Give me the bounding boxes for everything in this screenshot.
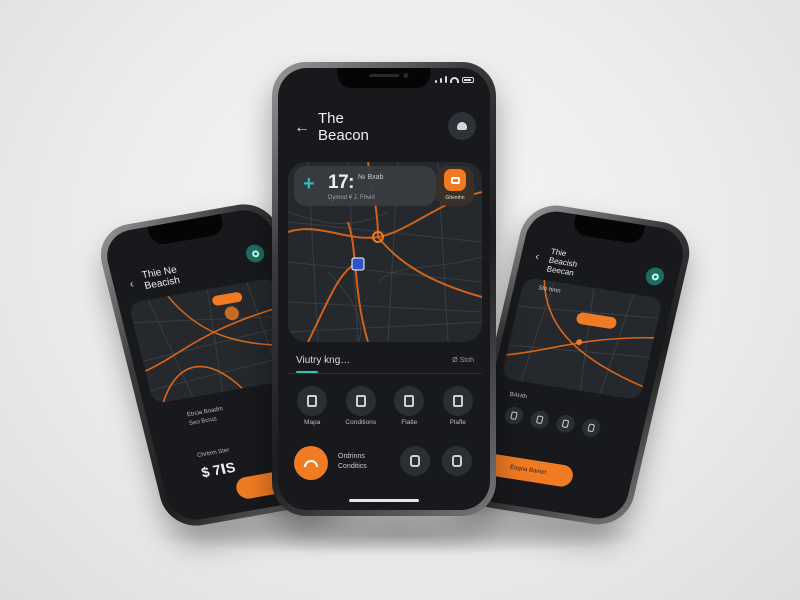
quick-action-label: Mapa — [304, 419, 321, 426]
left-back-icon[interactable]: ‹ — [128, 278, 135, 290]
phone-icon — [410, 455, 420, 467]
center-phone: ← The Beacon + 17: № Bxab Dymnd ¥ J. Fhv… — [272, 62, 496, 516]
section-underline — [296, 371, 318, 373]
left-caption: Chrtmn Ster — [196, 447, 231, 460]
left-list-text-2: Seo Bcrus — [188, 416, 218, 427]
map-card[interactable]: + 17: № Bxab Dymnd ¥ J. Fhvirl Gttemhn — [288, 162, 482, 342]
left-title: Thie Ne Beacish — [140, 264, 182, 292]
quick-action-conditions[interactable]: Conditions — [341, 386, 381, 426]
link-icon — [452, 455, 462, 467]
signal-bar — [440, 78, 442, 83]
center-notch — [337, 68, 431, 88]
left-map-tag — [212, 292, 243, 306]
temperature: 17: — [328, 172, 354, 193]
status-bar — [435, 76, 474, 83]
right-icon-3[interactable] — [554, 413, 577, 434]
chat-icon — [442, 386, 473, 416]
section-title: Viutry kng… — [296, 355, 351, 366]
quick-actions-row: Mapa Conditions Flatle Plafle — [288, 386, 482, 426]
left-notch — [147, 213, 226, 247]
right-map[interactable]: Sto hmn — [501, 276, 664, 401]
speaker — [368, 74, 399, 77]
quick-action-flatle[interactable]: Flatle — [389, 386, 429, 426]
right-title: Thie Beacish Beecan — [545, 246, 579, 278]
highway-shield-icon — [351, 257, 365, 271]
weather-line: Dymnd ¥ J. Fhvirl — [328, 195, 375, 201]
right-icons-text: BAHth — [508, 391, 528, 401]
map-book-icon — [297, 386, 328, 416]
bottom-actions: Ordrinns Conditics — [288, 442, 482, 486]
right-icon-2[interactable] — [528, 409, 551, 430]
quick-action-label: Conditions — [345, 419, 377, 426]
battery-icon — [462, 77, 474, 83]
app-title: The Beacon — [318, 110, 369, 144]
right-screen: ‹ Thie Beacish Beecan Sto hmn BAHth Eaqo… — [465, 207, 689, 523]
calendar-icon — [444, 169, 466, 191]
plus-icon: + — [303, 173, 315, 195]
quick-action-label: Plafle — [449, 419, 466, 426]
right-icon-1[interactable] — [503, 405, 525, 426]
calendar-tile-label: Gttemhn — [445, 195, 465, 201]
primary-action-label: Ordrinns Conditics — [338, 453, 367, 470]
quick-action-plafle[interactable]: Plafle — [438, 386, 478, 426]
signal-bar — [445, 76, 447, 83]
car-icon — [304, 459, 318, 467]
right-profile-icon[interactable] — [644, 266, 666, 287]
primary-action-button[interactable] — [294, 446, 328, 480]
calendar-tile[interactable]: Gttemhn — [436, 166, 474, 206]
left-profile-icon[interactable] — [243, 243, 267, 264]
camera — [403, 73, 409, 78]
left-price: $ 7ⅠS — [199, 458, 237, 481]
home-indicator[interactable] — [349, 499, 419, 502]
signal-bar — [435, 80, 437, 83]
quick-action-mapa[interactable]: Mapa — [292, 386, 332, 426]
document-icon — [345, 386, 376, 416]
section-link[interactable]: Ø Stoh — [452, 357, 474, 364]
wifi-icon — [450, 77, 459, 83]
left-list-text: Etrcia Boadm — [186, 406, 224, 419]
weather-sub: № Bxab — [358, 174, 384, 181]
center-screen: ← The Beacon + 17: № Bxab Dymnd ¥ J. Fhv… — [278, 68, 490, 510]
car-icon — [394, 386, 425, 416]
profile-button[interactable] — [448, 112, 476, 140]
right-map-svg — [506, 279, 659, 395]
phone-icon-button[interactable] — [400, 446, 430, 476]
weather-pill[interactable]: + 17: № Bxab Dymnd ¥ J. Fhvirl — [294, 166, 436, 206]
quick-action-label: Flatle — [401, 419, 418, 426]
right-icon-4[interactable] — [580, 417, 603, 439]
right-notch — [571, 214, 645, 245]
divider — [288, 373, 482, 374]
user-icon — [457, 122, 467, 130]
back-arrow-icon[interactable]: ← — [294, 120, 310, 136]
link-icon-button[interactable] — [442, 446, 472, 476]
right-back-icon[interactable]: ‹ — [534, 251, 540, 263]
